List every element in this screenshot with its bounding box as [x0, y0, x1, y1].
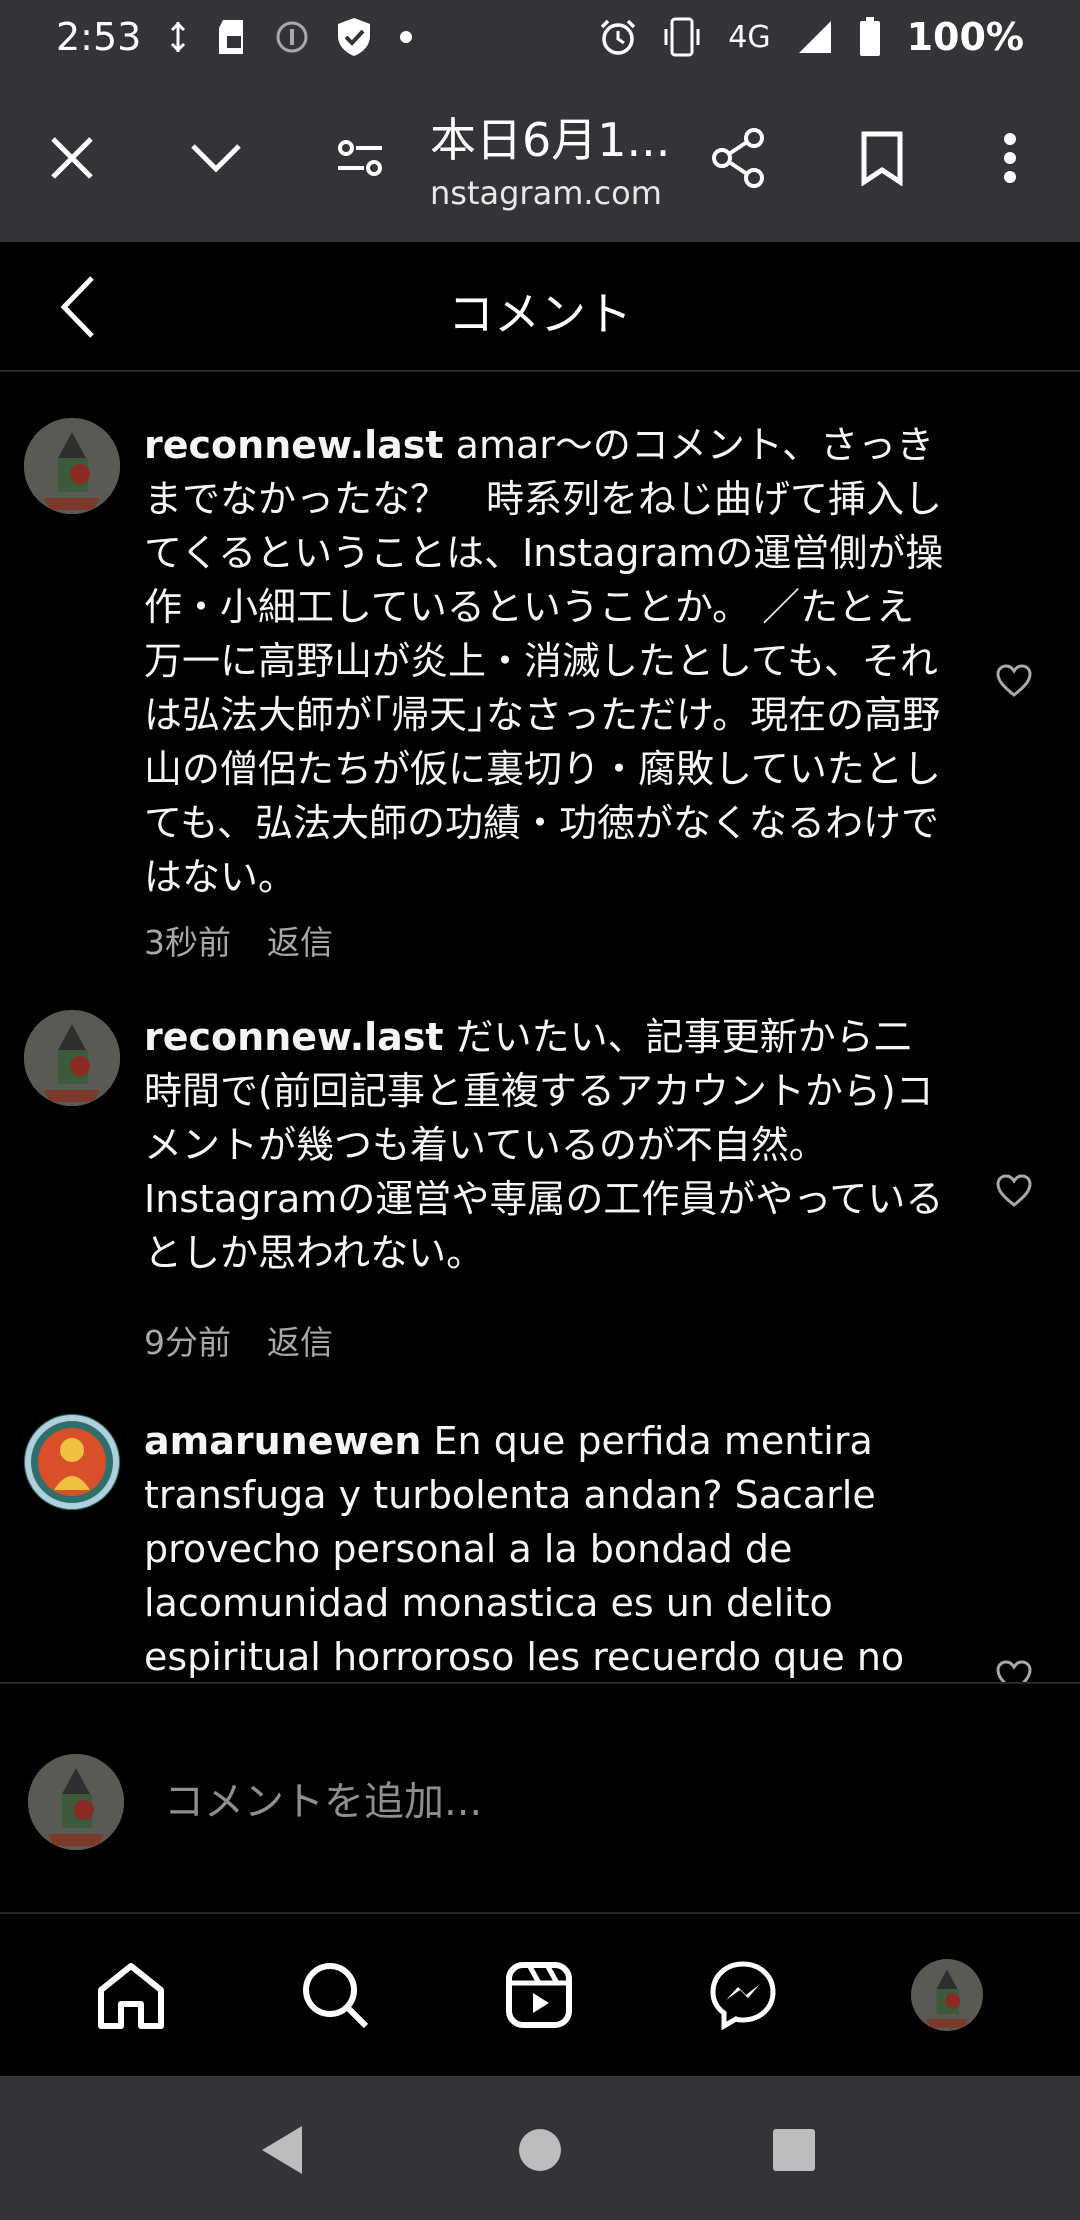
comment-input[interactable] [162, 1766, 1026, 1838]
bookmark-button[interactable] [842, 118, 922, 198]
avatar[interactable] [24, 1414, 120, 1510]
comment-composer [0, 1682, 1080, 1914]
comment-meta: 3秒前 返信 [144, 916, 369, 964]
close-button[interactable] [32, 118, 112, 198]
chevron-down-icon [191, 144, 241, 173]
nav-reels[interactable] [494, 1950, 584, 2040]
minimize-button[interactable] [176, 118, 256, 198]
tune-icon [338, 140, 382, 176]
home-circle-icon [519, 2129, 561, 2171]
info-circle-icon [275, 20, 309, 54]
alarm-icon [598, 17, 638, 57]
site-settings-button[interactable] [320, 118, 400, 198]
comment-time: 3秒前 [144, 923, 231, 962]
system-back-button[interactable] [252, 2120, 312, 2180]
comment-username[interactable]: reconnew.last [144, 1015, 444, 1059]
messenger-icon [710, 1961, 776, 2030]
avatar [28, 1754, 124, 1850]
network-type: 4G [728, 19, 771, 55]
recents-square-icon [773, 2129, 815, 2171]
system-home-button[interactable] [510, 2120, 570, 2180]
reels-icon [506, 1962, 572, 2028]
notification-dot-icon [399, 30, 413, 44]
comment-text: amarunewen En que perfida mentira transf… [144, 1414, 944, 1682]
nav-home[interactable] [86, 1950, 176, 2040]
comment-username[interactable]: amarunewen [144, 1419, 421, 1463]
browser-toolbar: 本日6月1... nstagram.com [0, 74, 1080, 242]
home-icon [98, 1963, 164, 2029]
heart-icon[interactable] [996, 1174, 1032, 1208]
reply-button[interactable]: 返信 [267, 1323, 333, 1362]
heart-icon[interactable] [996, 664, 1032, 698]
more-vertical-icon [1004, 133, 1016, 183]
status-time: 2:53 [56, 15, 142, 59]
status-bar: 2:53 4G 100% [0, 0, 1080, 74]
data-transfer-icon [167, 20, 189, 54]
page-heading: コメント [448, 287, 632, 341]
nav-search[interactable] [290, 1950, 380, 2040]
nav-messenger[interactable] [698, 1950, 788, 2040]
avatar[interactable] [24, 418, 120, 514]
share-icon [712, 128, 764, 188]
heart-icon[interactable] [996, 1660, 1032, 1682]
comment-body: amar〜のコメント、さっきまでなかったな？ 時系列をねじ曲げて挿入してくるとい… [144, 423, 944, 899]
comment-list[interactable]: reconnew.last amar〜のコメント、さっきまでなかったな？ 時系列… [0, 374, 1080, 1682]
search-icon [303, 1963, 369, 2029]
comment-username[interactable]: reconnew.last [144, 423, 444, 467]
battery-icon [859, 17, 881, 57]
back-triangle-icon [262, 2126, 302, 2174]
battery-level: 100% [906, 15, 1024, 59]
comment-text: reconnew.last amar〜のコメント、さっきまでなかったな？ 時系列… [144, 418, 944, 904]
bottom-navigation [0, 1914, 1080, 2076]
menu-button[interactable] [970, 118, 1050, 198]
share-button[interactable] [698, 118, 778, 198]
comment-meta: 9分前 返信 [144, 1316, 369, 1364]
page-title: 本日6月1... [430, 113, 671, 167]
close-icon [51, 137, 93, 179]
nav-profile[interactable] [902, 1950, 992, 2040]
shield-icon [335, 16, 373, 58]
system-recents-button[interactable] [764, 2120, 824, 2180]
system-navigation [0, 2076, 1080, 2220]
page-url: nstagram.com [430, 174, 662, 212]
reply-button[interactable]: 返信 [267, 923, 333, 962]
sd-card-icon [215, 18, 249, 56]
comment-time: 9分前 [144, 1323, 231, 1362]
comments-header: コメント [0, 242, 1080, 372]
avatar[interactable] [24, 1010, 120, 1106]
bookmark-icon [861, 131, 903, 186]
signal-icon [797, 19, 833, 55]
page-info[interactable]: 本日6月1... nstagram.com [430, 104, 680, 212]
avatar [911, 1959, 983, 2031]
comment-text: reconnew.last だいたい、記事更新から二時間で(前回記事と重複するア… [144, 1010, 944, 1280]
vibrate-icon [664, 17, 702, 57]
